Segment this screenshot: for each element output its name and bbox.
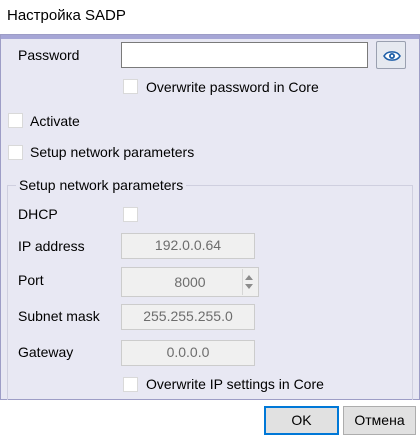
gateway-label: Gateway [18,344,74,360]
window-title: Настройка SADP [7,7,126,24]
ok-button[interactable]: OK [264,406,339,435]
overwrite-password-checkbox[interactable] [123,79,138,94]
title-bar: Настройка SADP [0,0,420,34]
ip-address-label: IP address [18,238,85,254]
port-value: 8000 [174,274,206,290]
password-input[interactable] [121,42,368,68]
spin-up-icon[interactable] [245,275,253,280]
subnet-mask-label: Subnet mask [18,308,100,324]
overwrite-password-label: Overwrite password in Core [146,79,319,95]
setup-network-label: Setup network parameters [30,144,195,160]
port-spin-buttons[interactable] [242,269,255,295]
port-label: Port [18,272,44,288]
password-label: Password [18,47,80,63]
header-stripe [1,35,419,39]
port-stepper[interactable]: 8000 [121,267,259,297]
ip-address-field[interactable]: 192.0.0.64 [121,233,255,259]
dhcp-checkbox[interactable] [123,207,138,222]
subnet-mask-field[interactable]: 255.255.255.0 [121,304,255,330]
eye-icon [383,51,401,61]
activate-label: Activate [30,113,80,129]
setup-network-checkbox[interactable] [8,145,23,160]
overwrite-ip-label: Overwrite IP settings in Core [146,376,324,392]
dialog-body: Password Overwrite password in Core Acti… [0,34,420,401]
gateway-field[interactable]: 0.0.0.0 [121,340,255,366]
dhcp-label: DHCP [18,206,58,222]
overwrite-ip-checkbox[interactable] [123,377,138,392]
cancel-button[interactable]: Отмена [343,406,416,435]
spin-down-icon[interactable] [245,284,253,289]
activate-checkbox[interactable] [8,113,23,128]
network-group-caption: Setup network parameters [16,177,187,193]
dialog-footer: OK Отмена [0,400,420,439]
show-password-button[interactable] [376,41,406,69]
